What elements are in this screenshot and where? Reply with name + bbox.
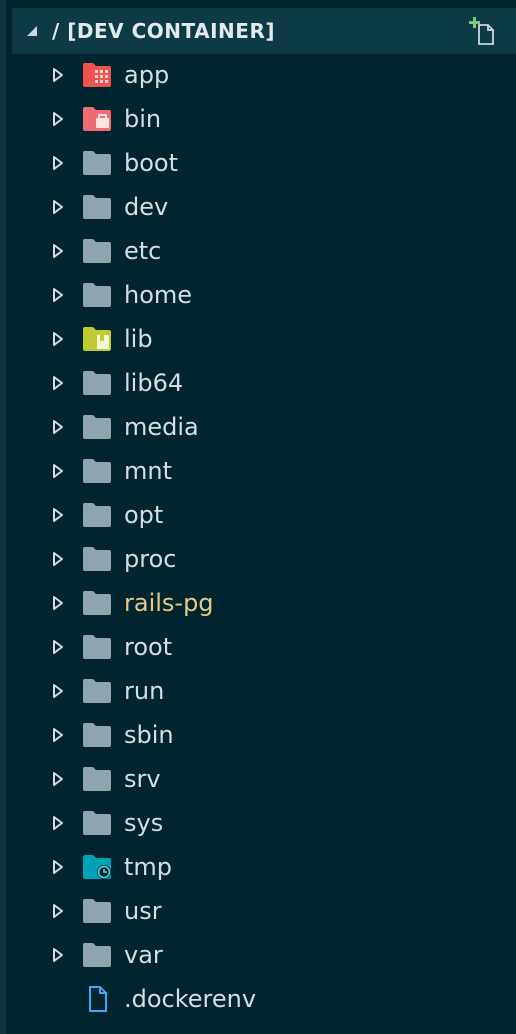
folder-icon [82, 150, 112, 176]
folder-lib-icon [82, 326, 112, 352]
tree-item-label: run [124, 677, 165, 705]
tree-item-label: app [124, 61, 170, 89]
tree-item-label: home [124, 281, 193, 309]
tree-folder-sbin[interactable]: sbin [12, 713, 516, 757]
tree-item-label: mnt [124, 457, 172, 485]
chevron-right-icon[interactable] [52, 639, 64, 655]
folder-app-icon [82, 62, 112, 88]
tree-item-label: lib [124, 325, 153, 353]
folder-icon [82, 590, 112, 616]
folder-icon [82, 458, 112, 484]
tree-folder-opt[interactable]: opt [12, 493, 516, 537]
tree-item-label: boot [124, 149, 179, 177]
tree-item-label: sbin [124, 721, 174, 749]
tree-item-label: lib64 [124, 369, 184, 397]
chevron-right-icon[interactable] [52, 243, 64, 259]
tree-item-label: .dockerenv [124, 985, 257, 1013]
file-icon [82, 986, 112, 1012]
folder-icon [82, 634, 112, 660]
chevron-right-icon[interactable] [52, 683, 64, 699]
chevron-right-icon[interactable] [52, 199, 64, 215]
folder-icon [82, 810, 112, 836]
explorer-title: / [DEV CONTAINER] [52, 19, 275, 43]
tree-folder-rails-pg[interactable]: rails-pg [12, 581, 516, 625]
tree-folder-boot[interactable]: boot [12, 141, 516, 185]
folder-icon [82, 766, 112, 792]
tree-folder-etc[interactable]: etc [12, 229, 516, 273]
tree-item-label: media [124, 413, 199, 441]
tree-item-label: root [124, 633, 173, 661]
folder-icon [82, 502, 112, 528]
folder-icon [82, 370, 112, 396]
tree-folder-var[interactable]: var [12, 933, 516, 977]
tree-folder-home[interactable]: home [12, 273, 516, 317]
folder-tmp-icon [82, 854, 112, 880]
chevron-right-icon[interactable] [52, 947, 64, 963]
folder-icon [82, 722, 112, 748]
tree-item-label: etc [124, 237, 162, 265]
tree-folder-lib64[interactable]: lib64 [12, 361, 516, 405]
chevron-right-icon[interactable] [52, 375, 64, 391]
tree-folder-lib[interactable]: lib [12, 317, 516, 361]
chevron-right-icon[interactable] [52, 463, 64, 479]
chevron-right-icon[interactable] [52, 331, 64, 347]
chevron-right-icon[interactable] [52, 67, 64, 83]
tree-item-label: var [124, 941, 163, 969]
tree-folder-media[interactable]: media [12, 405, 516, 449]
chevron-right-icon[interactable] [52, 859, 64, 875]
tree-item-label: bin [124, 105, 162, 133]
tree-folder-usr[interactable]: usr [12, 889, 516, 933]
triangle-down-icon[interactable] [26, 25, 38, 37]
chevron-right-icon[interactable] [52, 815, 64, 831]
tree-item-label: opt [124, 501, 164, 529]
tree-folder-tmp[interactable]: tmp [12, 845, 516, 889]
tree-item-label: usr [124, 897, 162, 925]
chevron-right-icon[interactable] [52, 771, 64, 787]
tree-folder-app[interactable]: app [12, 53, 516, 97]
folder-bin-icon [82, 106, 112, 132]
tree-folder-sys[interactable]: sys [12, 801, 516, 845]
chevron-right-icon[interactable] [52, 287, 64, 303]
chevron-right-icon[interactable] [52, 419, 64, 435]
tree-item-label: dev [124, 193, 169, 221]
tree-folder-srv[interactable]: srv [12, 757, 516, 801]
tree-folder-proc[interactable]: proc [12, 537, 516, 581]
folder-icon [82, 546, 112, 572]
folder-icon [82, 194, 112, 220]
tree-folder-mnt[interactable]: mnt [12, 449, 516, 493]
tree-folder-root[interactable]: root [12, 625, 516, 669]
chevron-right-icon[interactable] [52, 111, 64, 127]
chevron-right-icon[interactable] [52, 155, 64, 171]
chevron-right-icon[interactable] [52, 595, 64, 611]
tree-file-dockerenv[interactable]: .dockerenv [12, 977, 516, 1021]
file-explorer: / [DEV CONTAINER] app bin boot dev etc home li… [0, 0, 516, 1034]
explorer-section-header[interactable]: / [DEV CONTAINER] [12, 8, 516, 54]
chevron-right-icon[interactable] [52, 507, 64, 523]
folder-icon [82, 898, 112, 924]
tree-item-label: tmp [124, 853, 173, 881]
tree-item-label: proc [124, 545, 177, 573]
tree-folder-bin[interactable]: bin [12, 97, 516, 141]
tree-folder-dev[interactable]: dev [12, 185, 516, 229]
folder-icon [82, 678, 112, 704]
tree-item-label: rails-pg [124, 589, 214, 617]
new-file-icon[interactable] [468, 16, 498, 46]
tree-item-label: srv [124, 765, 161, 793]
folder-icon [82, 942, 112, 968]
chevron-right-icon[interactable] [52, 903, 64, 919]
tree-folder-run[interactable]: run [12, 669, 516, 713]
chevron-right-icon[interactable] [52, 551, 64, 567]
folder-icon [82, 414, 112, 440]
chevron-right-icon[interactable] [52, 727, 64, 743]
file-tree: app bin boot dev etc home lib lib64 media mnt opt p… [12, 53, 516, 1021]
folder-icon [82, 238, 112, 264]
tree-item-label: sys [124, 809, 164, 837]
folder-icon [82, 282, 112, 308]
